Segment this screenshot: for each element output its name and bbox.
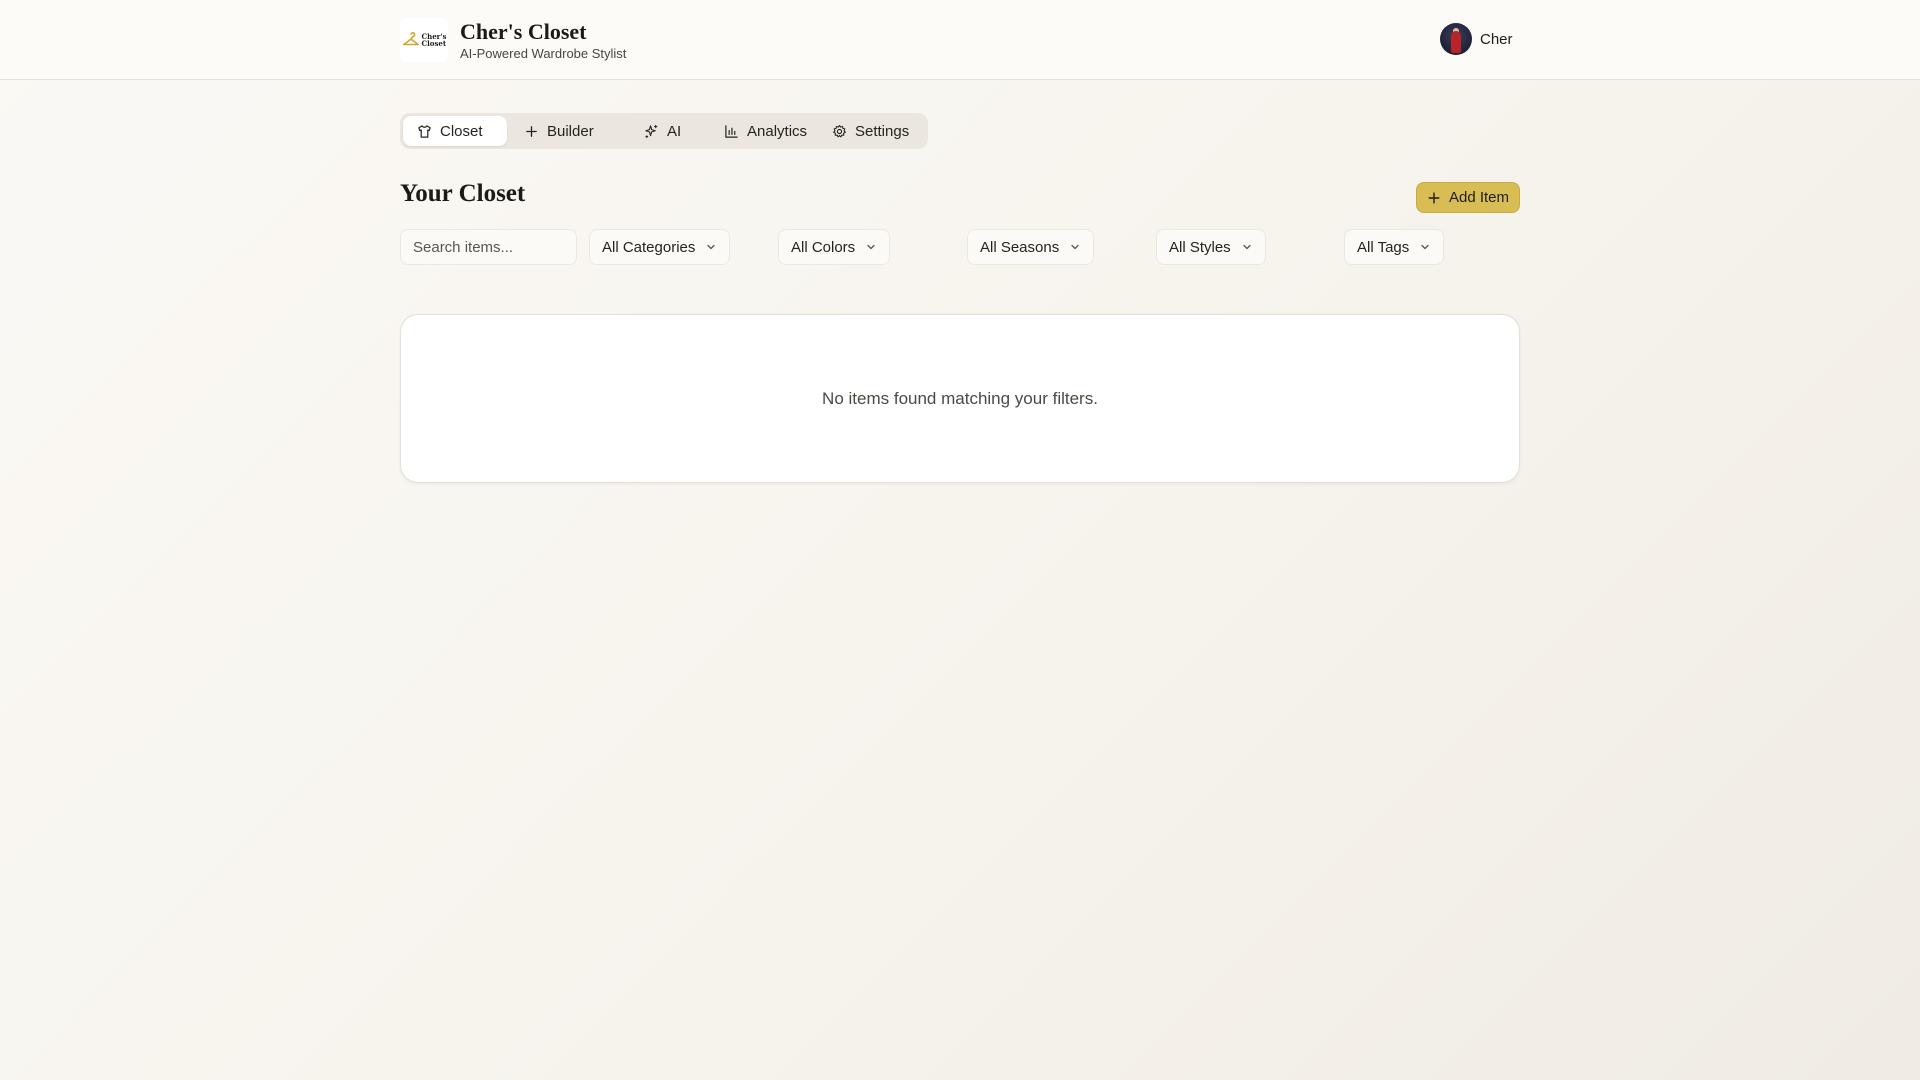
main-tabs: Closet Builder AI Analytics Settings (400, 113, 928, 149)
tag-filter[interactable]: All Tags (1344, 229, 1445, 265)
tab-label: Closet (440, 122, 483, 140)
sparkles-icon (645, 124, 658, 138)
logo-text-line-2: Closet (421, 39, 447, 48)
bar-chart-icon (725, 124, 738, 138)
brand-text: Cher's Closet AI-Powered Wardrobe Stylis… (460, 19, 626, 62)
search-input[interactable] (400, 229, 577, 265)
user-menu[interactable]: Cher (1440, 23, 1513, 55)
tab-label: Analytics (747, 122, 808, 140)
tag-filter-value: All Tags (1357, 238, 1410, 256)
plus-icon (526, 125, 537, 137)
category-filter[interactable]: All Categories (589, 229, 731, 265)
add-item-button[interactable]: Add Item (1416, 182, 1520, 213)
page-title: Your Closet (400, 180, 526, 207)
user-name: Cher (1480, 30, 1513, 48)
tab-builder[interactable]: Builder (510, 116, 610, 146)
empty-state-message: No items found matching your filters. (822, 388, 1098, 408)
app-title: Cher's Closet (460, 18, 587, 44)
app-subtitle: AI-Powered Wardrobe Stylist (460, 45, 627, 61)
chevron-down-icon (1421, 244, 1429, 250)
app-logo: Cher's Closet (400, 18, 448, 62)
tab-label: AI (667, 122, 682, 140)
add-item-label: Add Item (1448, 189, 1510, 206)
avatar (1440, 23, 1472, 55)
plus-icon (1428, 191, 1440, 204)
avatar-figure (1451, 31, 1461, 53)
brand[interactable]: Cher's Closet Cher's Closet AI-Powered W… (400, 18, 626, 62)
chevron-down-icon (1243, 244, 1251, 250)
color-filter-value: All Colors (791, 238, 856, 256)
tab-settings[interactable]: Settings (818, 116, 924, 146)
tab-closet[interactable]: Closet (403, 116, 507, 146)
logo-wordmark: Cher's Closet (422, 33, 447, 47)
color-filter[interactable]: All Colors (778, 229, 891, 265)
tab-label: Builder (547, 122, 594, 140)
empty-state-card: No items found matching your filters. (400, 314, 1520, 483)
tab-analytics[interactable]: Analytics (710, 116, 822, 146)
category-filter-value: All Categories (602, 238, 696, 256)
season-filter[interactable]: All Seasons (967, 229, 1095, 265)
shirt-icon (418, 124, 431, 138)
app-header: Cher's Closet Cher's Closet AI-Powered W… (0, 0, 1920, 80)
tab-label: Settings (855, 122, 910, 140)
chevron-down-icon (1071, 244, 1079, 250)
chevron-down-icon (707, 244, 716, 250)
style-filter-value: All Styles (1169, 238, 1231, 256)
gear-icon (833, 124, 846, 137)
tab-ai[interactable]: AI (630, 116, 700, 146)
season-filter-value: All Seasons (980, 238, 1060, 256)
style-filter[interactable]: All Styles (1156, 229, 1266, 265)
chevron-down-icon (867, 244, 875, 250)
hanger-icon (402, 32, 419, 46)
